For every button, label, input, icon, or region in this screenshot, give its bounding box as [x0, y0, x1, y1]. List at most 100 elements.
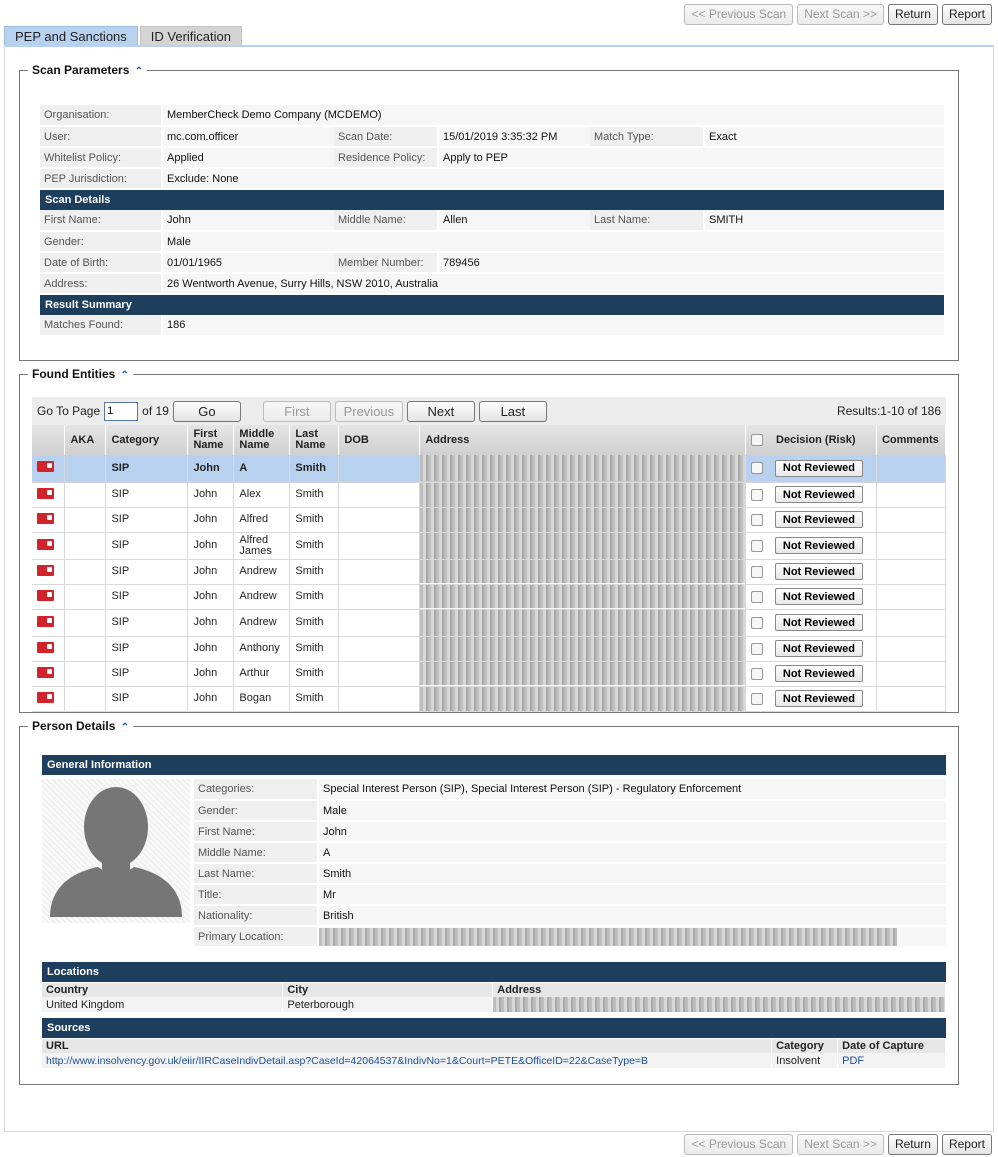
- entity-row[interactable]: SIP John Andrew Smith Not Reviewed: [32, 609, 947, 637]
- category-cell: SIP: [105, 482, 189, 508]
- row-checkbox[interactable]: [750, 667, 763, 680]
- dob-cell: [338, 584, 421, 610]
- row-checkbox[interactable]: [750, 488, 763, 501]
- dob-cell: [338, 636, 421, 662]
- next-scan-button[interactable]: Next Scan >>: [797, 4, 884, 25]
- flag-icon[interactable]: [37, 641, 54, 653]
- person-silhouette-icon: [50, 787, 182, 917]
- entity-row[interactable]: SIP John Andrew Smith Not Reviewed: [32, 584, 947, 610]
- scan-parameters-title: Scan Parameters: [32, 63, 130, 77]
- person-last-name-label: Last Name:: [194, 863, 318, 885]
- address-label: Address:: [40, 273, 162, 295]
- aka-column-header[interactable]: AKA: [64, 425, 107, 455]
- flag-icon[interactable]: [37, 615, 54, 627]
- flag-icon[interactable]: [37, 589, 54, 601]
- previous-page-button[interactable]: Previous: [334, 400, 403, 422]
- decision-button[interactable]: Not Reviewed: [774, 665, 863, 682]
- entity-row[interactable]: SIP John Alfred Smith Not Reviewed: [32, 507, 947, 533]
- comments-column-header[interactable]: Comments: [876, 425, 947, 455]
- flag-icon[interactable]: [37, 691, 54, 703]
- dob-column-header[interactable]: DOB: [338, 425, 421, 455]
- source-url-link[interactable]: http://www.insolvency.gov.uk/eiir/IIRCas…: [42, 1053, 773, 1068]
- row-checkbox[interactable]: [750, 565, 763, 578]
- go-button[interactable]: Go: [172, 400, 241, 422]
- aka-cell: [64, 455, 107, 483]
- flag-icon[interactable]: [37, 512, 54, 524]
- found-entities-legend: Found Entities ⌃: [28, 367, 133, 381]
- report-button[interactable]: Report: [941, 4, 992, 25]
- flag-icon[interactable]: [37, 461, 54, 473]
- next-page-button[interactable]: Next: [406, 400, 475, 422]
- row-checkbox[interactable]: [750, 616, 763, 629]
- decision-button[interactable]: Not Reviewed: [774, 614, 863, 631]
- decision-button[interactable]: Not Reviewed: [774, 459, 863, 477]
- first-name-cell: John: [187, 455, 235, 483]
- decision-button[interactable]: Not Reviewed: [774, 486, 863, 503]
- source-category: Insolvent: [771, 1053, 839, 1068]
- row-checkbox[interactable]: [750, 590, 763, 603]
- flag-cell: [32, 455, 66, 483]
- page-number-input[interactable]: [104, 401, 139, 421]
- select-all-checkbox[interactable]: [750, 434, 763, 446]
- return-button[interactable]: Return: [887, 4, 938, 25]
- category-cell: SIP: [105, 686, 189, 712]
- comments-cell: [876, 532, 947, 560]
- report-button[interactable]: Report: [941, 1134, 992, 1155]
- row-checkbox[interactable]: [750, 692, 763, 705]
- decision-cell: Not Reviewed: [745, 661, 877, 687]
- person-gender-value: Male: [317, 800, 946, 822]
- address-column-header[interactable]: Address: [419, 425, 746, 455]
- decision-cell: Not Reviewed: [745, 532, 877, 560]
- tab-id-verification[interactable]: ID Verification: [139, 26, 242, 45]
- middle-name-cell: Andrew: [233, 609, 291, 637]
- first-page-button[interactable]: First: [262, 400, 331, 422]
- entity-row[interactable]: SIP John Bogan Smith Not Reviewed: [32, 686, 947, 712]
- last-name-cell: Smith: [289, 482, 340, 508]
- first-name-column-header[interactable]: First Name: [187, 425, 235, 455]
- last-name-cell: Smith: [289, 636, 340, 662]
- previous-scan-button[interactable]: << Previous Scan: [684, 1134, 794, 1155]
- row-checkbox[interactable]: [750, 539, 763, 552]
- last-page-button[interactable]: Last: [478, 400, 547, 422]
- location-city-header: City: [282, 983, 494, 997]
- decision-cell: Not Reviewed: [745, 686, 877, 712]
- entity-row[interactable]: SIP John A Smith Not Reviewed: [32, 455, 947, 483]
- flag-icon[interactable]: [37, 564, 54, 576]
- last-name-cell: Smith: [289, 609, 340, 637]
- collapse-icon[interactable]: ⌃: [121, 722, 129, 733]
- categories-value: Special Interest Person (SIP), Special I…: [317, 779, 946, 801]
- source-pdf-link[interactable]: PDF: [837, 1053, 946, 1068]
- flag-icon[interactable]: [37, 487, 54, 499]
- return-button[interactable]: Return: [887, 1134, 938, 1155]
- category-cell: SIP: [105, 661, 189, 687]
- decision-button[interactable]: Not Reviewed: [774, 511, 863, 528]
- collapse-icon[interactable]: ⌃: [121, 370, 129, 381]
- entity-row[interactable]: SIP John Arthur Smith Not Reviewed: [32, 661, 947, 687]
- next-scan-button[interactable]: Next Scan >>: [797, 1134, 884, 1155]
- flag-icon[interactable]: [37, 538, 54, 550]
- middle-name-column-header[interactable]: Middle Name: [233, 425, 291, 455]
- aka-cell: [64, 661, 107, 687]
- decision-button[interactable]: Not Reviewed: [774, 588, 863, 605]
- decision-button[interactable]: Not Reviewed: [774, 640, 863, 657]
- primary-location-label: Primary Location:: [194, 926, 318, 948]
- decision-button[interactable]: Not Reviewed: [774, 563, 863, 580]
- decision-button[interactable]: Not Reviewed: [774, 537, 863, 554]
- entity-row[interactable]: SIP John Andrew Smith Not Reviewed: [32, 559, 947, 585]
- previous-scan-button[interactable]: << Previous Scan: [684, 4, 794, 25]
- row-checkbox[interactable]: [750, 462, 763, 475]
- entity-row[interactable]: SIP John Alfred James Smith Not Reviewed: [32, 532, 947, 560]
- entity-row[interactable]: SIP John Alex Smith Not Reviewed: [32, 482, 947, 508]
- category-column-header[interactable]: Category: [105, 425, 189, 455]
- flag-cell: [32, 661, 66, 687]
- middle-name-cell: Alfred James: [233, 532, 291, 560]
- row-checkbox[interactable]: [750, 513, 763, 526]
- decision-button[interactable]: Not Reviewed: [774, 690, 863, 707]
- entity-row[interactable]: SIP John Anthony Smith Not Reviewed: [32, 636, 947, 662]
- tab-bar: PEP and Sanctions ID Verification: [4, 26, 242, 45]
- tab-pep-and-sanctions[interactable]: PEP and Sanctions: [4, 26, 138, 45]
- last-name-column-header[interactable]: Last Name: [289, 425, 340, 455]
- collapse-icon[interactable]: ⌃: [135, 66, 143, 77]
- flag-icon[interactable]: [37, 666, 54, 678]
- row-checkbox[interactable]: [750, 642, 763, 655]
